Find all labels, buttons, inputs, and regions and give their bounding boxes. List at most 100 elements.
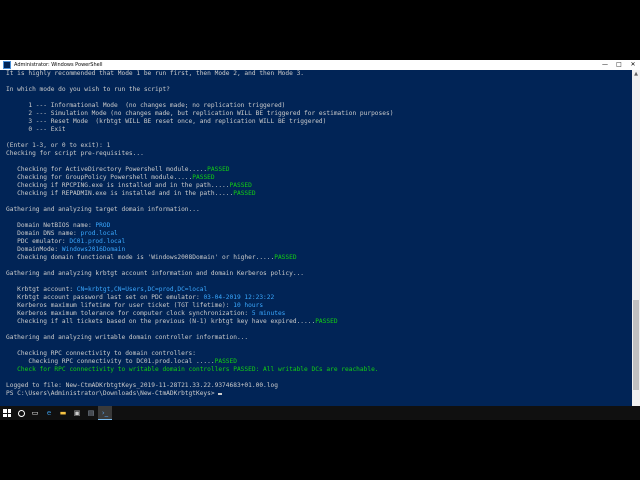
console-text: PASSED — [192, 174, 215, 181]
powershell-icon — [3, 61, 11, 69]
console-text: (Enter 1-3, or 0 to exit): 1 — [6, 142, 111, 149]
console-line: Gathering and analyzing target domain in… — [6, 206, 630, 214]
minimize-button[interactable]: — — [598, 60, 612, 70]
console-text: Checking for GroupPolicy Powershell modu… — [6, 174, 193, 181]
scrollbar-thumb[interactable] — [633, 300, 639, 390]
console-line: Checking if RPCPING.exe is installed and… — [6, 182, 630, 190]
console-text: PASSED — [233, 190, 256, 197]
store-icon[interactable]: ▣ — [70, 406, 84, 420]
console-line: 2 --- Simulation Mode (no changes made, … — [6, 110, 630, 118]
console-line: Gathering and analyzing krbtgt account i… — [6, 270, 630, 278]
console-text: Checking if RPCPING.exe is installed and… — [6, 182, 230, 189]
console-text: Gathering and analyzing target domain in… — [6, 206, 200, 213]
console-text: Checking domain functional mode is 'Wind… — [6, 254, 275, 261]
console-line: Kerberos maximum tolerance for computer … — [6, 310, 630, 318]
console-line: DomainMode: Windows2016Domain — [6, 246, 630, 254]
edge-icon[interactable]: e — [42, 406, 56, 420]
console-line: Checking if REPADMIN.exe is installed an… — [6, 190, 630, 198]
taskbar: ▭ e ▬ ▣ ▤ ›_ — [0, 406, 640, 420]
console-text: 0 --- Exit — [6, 126, 66, 133]
console-line: Checking for ActiveDirectory Powershell … — [6, 166, 630, 174]
title-bar[interactable]: Administrator: Windows PowerShell — □ ✕ — [0, 60, 640, 70]
console-text: 2 --- Simulation Mode (no changes made, … — [6, 110, 394, 117]
search-icon[interactable] — [14, 406, 28, 420]
task-view-icon[interactable]: ▭ — [28, 406, 42, 420]
console-text: Gathering and analyzing krbtgt account i… — [6, 270, 305, 277]
console-line: PS C:\Users\Administrator\Downloads\New-… — [6, 390, 630, 398]
console-text: PROD — [95, 222, 111, 229]
console-text: 5 minutes — [251, 310, 286, 317]
console-text: PASSED — [315, 318, 338, 325]
vertical-scrollbar[interactable]: ▲ — [632, 70, 640, 406]
console-line: PDC emulator: DC01.prod.local — [6, 238, 630, 246]
console-line: 3 --- Reset Mode (krbtgt WILL BE reset o… — [6, 118, 630, 126]
console-text: DomainMode: — [6, 246, 62, 253]
console-text: Domain DNS name: — [6, 230, 81, 237]
window-title: Administrator: Windows PowerShell — [14, 62, 103, 68]
server-manager-icon[interactable]: ▤ — [84, 406, 98, 420]
console-text: Checking RPC connectivity to domain cont… — [6, 350, 196, 357]
console-text: In which mode do you wish to run the scr… — [6, 86, 170, 93]
console-text: Gathering and analyzing writable domain … — [6, 334, 249, 341]
console-line: In which mode do you wish to run the scr… — [6, 86, 630, 94]
console-line: (Enter 1-3, or 0 to exit): 1 — [6, 142, 630, 150]
scroll-up-icon[interactable]: ▲ — [632, 70, 640, 78]
console-text: PDC emulator: — [6, 238, 70, 245]
console-lines: It is highly recommended that Mode 1 be … — [6, 70, 630, 398]
maximize-button[interactable]: □ — [612, 60, 626, 70]
console-text: Kerberos maximum tolerance for computer … — [6, 310, 252, 317]
console-line: Krbtgt account: CN=krbtgt,CN=Users,DC=pr… — [6, 286, 630, 294]
text-cursor — [218, 393, 223, 395]
console-text: 3 --- Reset Mode (krbtgt WILL BE reset o… — [6, 118, 327, 125]
console-text: Check for RPC connectivity to writable d… — [6, 366, 379, 373]
console-text: Krbtgt account: — [6, 286, 77, 293]
console-line: Domain NetBIOS name: PROD — [6, 222, 630, 230]
console-line: Checking domain functional mode is 'Wind… — [6, 254, 630, 262]
console-line: Gathering and analyzing writable domain … — [6, 334, 630, 342]
console-text: Windows2016Domain — [61, 246, 126, 253]
console-line: Checking RPC connectivity to domain cont… — [6, 350, 630, 358]
console-text: 10 hours — [233, 302, 264, 309]
console-line: It is highly recommended that Mode 1 be … — [6, 70, 630, 78]
console-line: Checking for GroupPolicy Powershell modu… — [6, 174, 630, 182]
console-text: Checking if all tickets based on the pre… — [6, 318, 316, 325]
console-text: CN=krbtgt,CN=Users,DC=prod,DC=local — [76, 286, 208, 293]
console-line: Logged to file: New-CtmADKrbtgtKeys_2019… — [6, 382, 630, 390]
console-text: PASSED — [207, 166, 230, 173]
windows-start-icon[interactable] — [0, 406, 14, 420]
console-text: PASSED — [274, 254, 297, 261]
console-text: It is highly recommended that Mode 1 be … — [6, 70, 305, 77]
close-button[interactable]: ✕ — [626, 60, 640, 70]
console-line: Checking for script pre-requisites... — [6, 150, 630, 158]
console-text: Checking for script pre-requisites... — [6, 150, 144, 157]
console-line: Checking RPC connectivity to DC01.prod.l… — [6, 358, 630, 366]
console-text: 03-04-2019 12:23:22 — [203, 294, 275, 301]
console-text: PASSED — [214, 358, 237, 365]
console-text: Krbtgt account password last set on PDC … — [6, 294, 204, 301]
console-line: 1 --- Informational Mode (no changes mad… — [6, 102, 630, 110]
console-text: Checking for ActiveDirectory Powershell … — [6, 166, 208, 173]
console-line: Domain DNS name: prod.local — [6, 230, 630, 238]
powershell-taskbar-icon[interactable]: ›_ — [98, 406, 112, 420]
console-line: Checking if all tickets based on the pre… — [6, 318, 630, 326]
console-line: Check for RPC connectivity to writable d… — [6, 366, 630, 374]
console-line: Kerberos maximum lifetime for user ticke… — [6, 302, 630, 310]
file-explorer-icon[interactable]: ▬ — [56, 406, 70, 420]
console-text: prod.local — [80, 230, 118, 237]
console-text: Domain NetBIOS name: — [6, 222, 96, 229]
console-text: 1 --- Informational Mode (no changes mad… — [6, 102, 286, 109]
console-text: Logged to file: New-CtmADKrbtgtKeys_2019… — [6, 382, 278, 389]
console-text: Kerberos maximum lifetime for user ticke… — [6, 302, 234, 309]
console-output[interactable]: It is highly recommended that Mode 1 be … — [0, 70, 632, 406]
